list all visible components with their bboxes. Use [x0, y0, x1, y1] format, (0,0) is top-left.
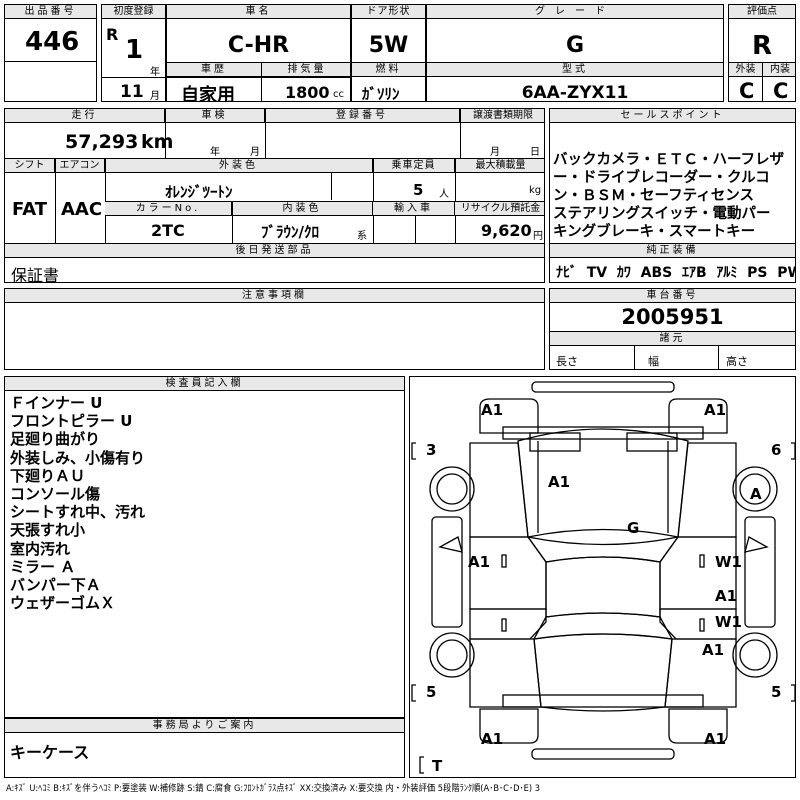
score-label: 評価点: [729, 5, 795, 19]
chassis-number: 2005951: [621, 305, 724, 329]
office-label: 事務局よりご案内: [5, 719, 404, 733]
model-label: 型式: [427, 63, 723, 77]
deferred-parts: 保証書: [11, 266, 60, 283]
tire-right-front: 6: [771, 441, 782, 459]
mark-right-front-wheel: A: [750, 485, 762, 503]
door-label: ドア形状: [352, 5, 425, 19]
damage-diagram: A1 A1 3 6 A1 A G A1 W1 A1 W1 A1 5 5 A1 A…: [409, 376, 796, 778]
displacement-label: 排気量: [262, 63, 350, 77]
car-name: C-HR: [227, 33, 290, 58]
exterior-color: ｵﾚﾝｼﾞﾂｰﾄﾝ: [165, 183, 233, 201]
inspector-box: 検査員記入欄 Ｆインナー U フロントピラー U 足廻り曲がり 外装しみ、小傷有…: [4, 376, 405, 718]
vehicle-details: 走行 車検 登録番号 譲渡書類期限 57,293 km 年 月 月 日 シフト …: [4, 108, 545, 283]
exterior-label: 外装: [729, 63, 763, 77]
history-label: 車歴: [167, 63, 262, 77]
tire-left-front: 3: [426, 441, 437, 459]
ac-label: エアコン: [55, 159, 105, 173]
mark-hood: A1: [548, 473, 571, 491]
grade-label: グレード: [427, 5, 723, 19]
interior-color: ﾌﾞﾗｳﾝ/ｸﾛ: [261, 223, 319, 241]
shift: FAT: [12, 199, 48, 220]
car-name-label: 車名: [167, 5, 350, 19]
lot-number-cell: 出品番号 446: [4, 4, 97, 102]
registration-label: 初度登録: [102, 5, 165, 19]
score-cell: 評価点 R 外装 内装 C C: [728, 4, 796, 102]
interior-score: C: [773, 79, 789, 102]
inspector-label: 検査員記入欄: [5, 377, 404, 391]
height-label: 高さ: [726, 355, 748, 368]
recycle-fee: 9,620: [481, 221, 532, 240]
color-no: 2TC: [151, 221, 185, 240]
chassis-box: 車台番号 2005951 諸元 長さ 幅 高さ: [549, 288, 796, 370]
color-label: 外装色: [105, 159, 373, 173]
lot-number: 446: [25, 27, 80, 57]
mileage-unit: km: [141, 131, 174, 153]
door-cell: ドア形状 5W 燃料 ｶﾞｿﾘﾝ: [351, 4, 426, 102]
specs-label: 諸元: [550, 332, 795, 346]
import-label: 輸入車: [373, 202, 455, 216]
mileage: 57,293: [65, 131, 139, 153]
shift-label: シフト: [5, 159, 55, 173]
color-no-label: カラーNo.: [105, 202, 232, 216]
capacity-label: 乗車定員: [373, 159, 455, 173]
mark-roof: G: [627, 519, 640, 537]
exterior-score: C: [739, 79, 755, 102]
car-outline: [411, 381, 795, 774]
sales-points: セールスポイント バックカメラ・ＥＴＣ・ハーフレザ ー・ドライブレコーダー・クル…: [549, 108, 796, 283]
notes-label: 注意事項欄: [5, 289, 544, 303]
transfer-label: 譲渡書類期限: [460, 109, 544, 123]
model: 6AA-ZYX11: [521, 83, 629, 102]
fuel-label: 燃料: [352, 63, 425, 77]
equipment-list: ﾅﾋﾞ TV ｶﾜ ABS ｴｱB ｱﾙﾐ PS PW: [556, 265, 795, 281]
mark-front-left: A1: [481, 401, 504, 419]
mark-rear-left: A1: [481, 730, 504, 748]
registration-cell: 初度登録 R 1 年 11 月: [101, 4, 166, 102]
lot-number-label: 出品番号: [5, 5, 96, 19]
capacity: 5: [413, 181, 424, 199]
mark-rear-right: A1: [704, 730, 727, 748]
mileage-label: 走行: [5, 109, 165, 123]
sales-lines: バックカメラ・ＥＴＣ・ハーフレザ ー・ドライブレコーダー・クルコ ン・ＢＳＭ・セ…: [553, 152, 785, 240]
office-text: キーケース: [10, 743, 90, 762]
reg-no-label: 登録番号: [265, 109, 460, 123]
inspection-label: 車検: [165, 109, 265, 123]
notes-box: 注意事項欄: [4, 288, 545, 370]
displacement: 1800: [285, 83, 330, 102]
mark-left-door: A1: [468, 553, 491, 571]
legend: A:ｷｽﾞ U:ﾍｺﾐ B:ｷｽﾞを伴うﾍｺﾐ P:要塗装 W:補修跡 S:錆 …: [6, 784, 540, 794]
registration-year: 1: [125, 35, 144, 65]
equipment-label: 純正装備: [550, 244, 795, 258]
interior-label: 内装: [763, 63, 795, 77]
score: R: [751, 31, 773, 61]
mark-right-rear-door-w: W1: [715, 613, 742, 631]
load-label: 最大積載量: [455, 159, 544, 173]
fuel: ｶﾞｿﾘﾝ: [362, 85, 400, 102]
history: 自家用: [181, 85, 235, 102]
office-box: 事務局よりご案内 キーケース: [4, 718, 405, 778]
tire-left-rear: 5: [426, 683, 437, 701]
deferred-label: 後日発送部品: [5, 244, 544, 258]
car-name-cell: 車名 C-HR 車歴 排気量 自家用 1800 cc: [166, 4, 351, 102]
inspector-lines: Ｆインナー U フロントピラー U 足廻り曲がり 外装しみ、小傷有り 下廻りＡＵ…: [10, 394, 146, 613]
length-label: 長さ: [556, 355, 578, 368]
interior-color-label: 内装色: [232, 202, 373, 216]
ac: AAC: [61, 199, 103, 220]
mark-front-right: A1: [704, 401, 727, 419]
door: 5W: [368, 33, 409, 58]
recycle-label: リサイクル預託金: [455, 202, 544, 216]
mark-right-rear-wheel: A1: [702, 641, 725, 659]
grade-cell: グレード G 型式 6AA-ZYX11: [426, 4, 724, 102]
registration-era: R: [106, 25, 119, 44]
registration-month: 11: [120, 82, 144, 102]
chassis-label: 車台番号: [550, 289, 795, 303]
width-label: 幅: [648, 355, 659, 368]
tire-right-rear: 5: [771, 683, 782, 701]
mark-right-rear-door-a: A1: [715, 587, 738, 605]
grade: G: [565, 33, 585, 58]
mark-right-front-door: W1: [715, 553, 742, 571]
sales-label: セールスポイント: [550, 109, 795, 123]
tire-trunk: T: [432, 757, 443, 775]
